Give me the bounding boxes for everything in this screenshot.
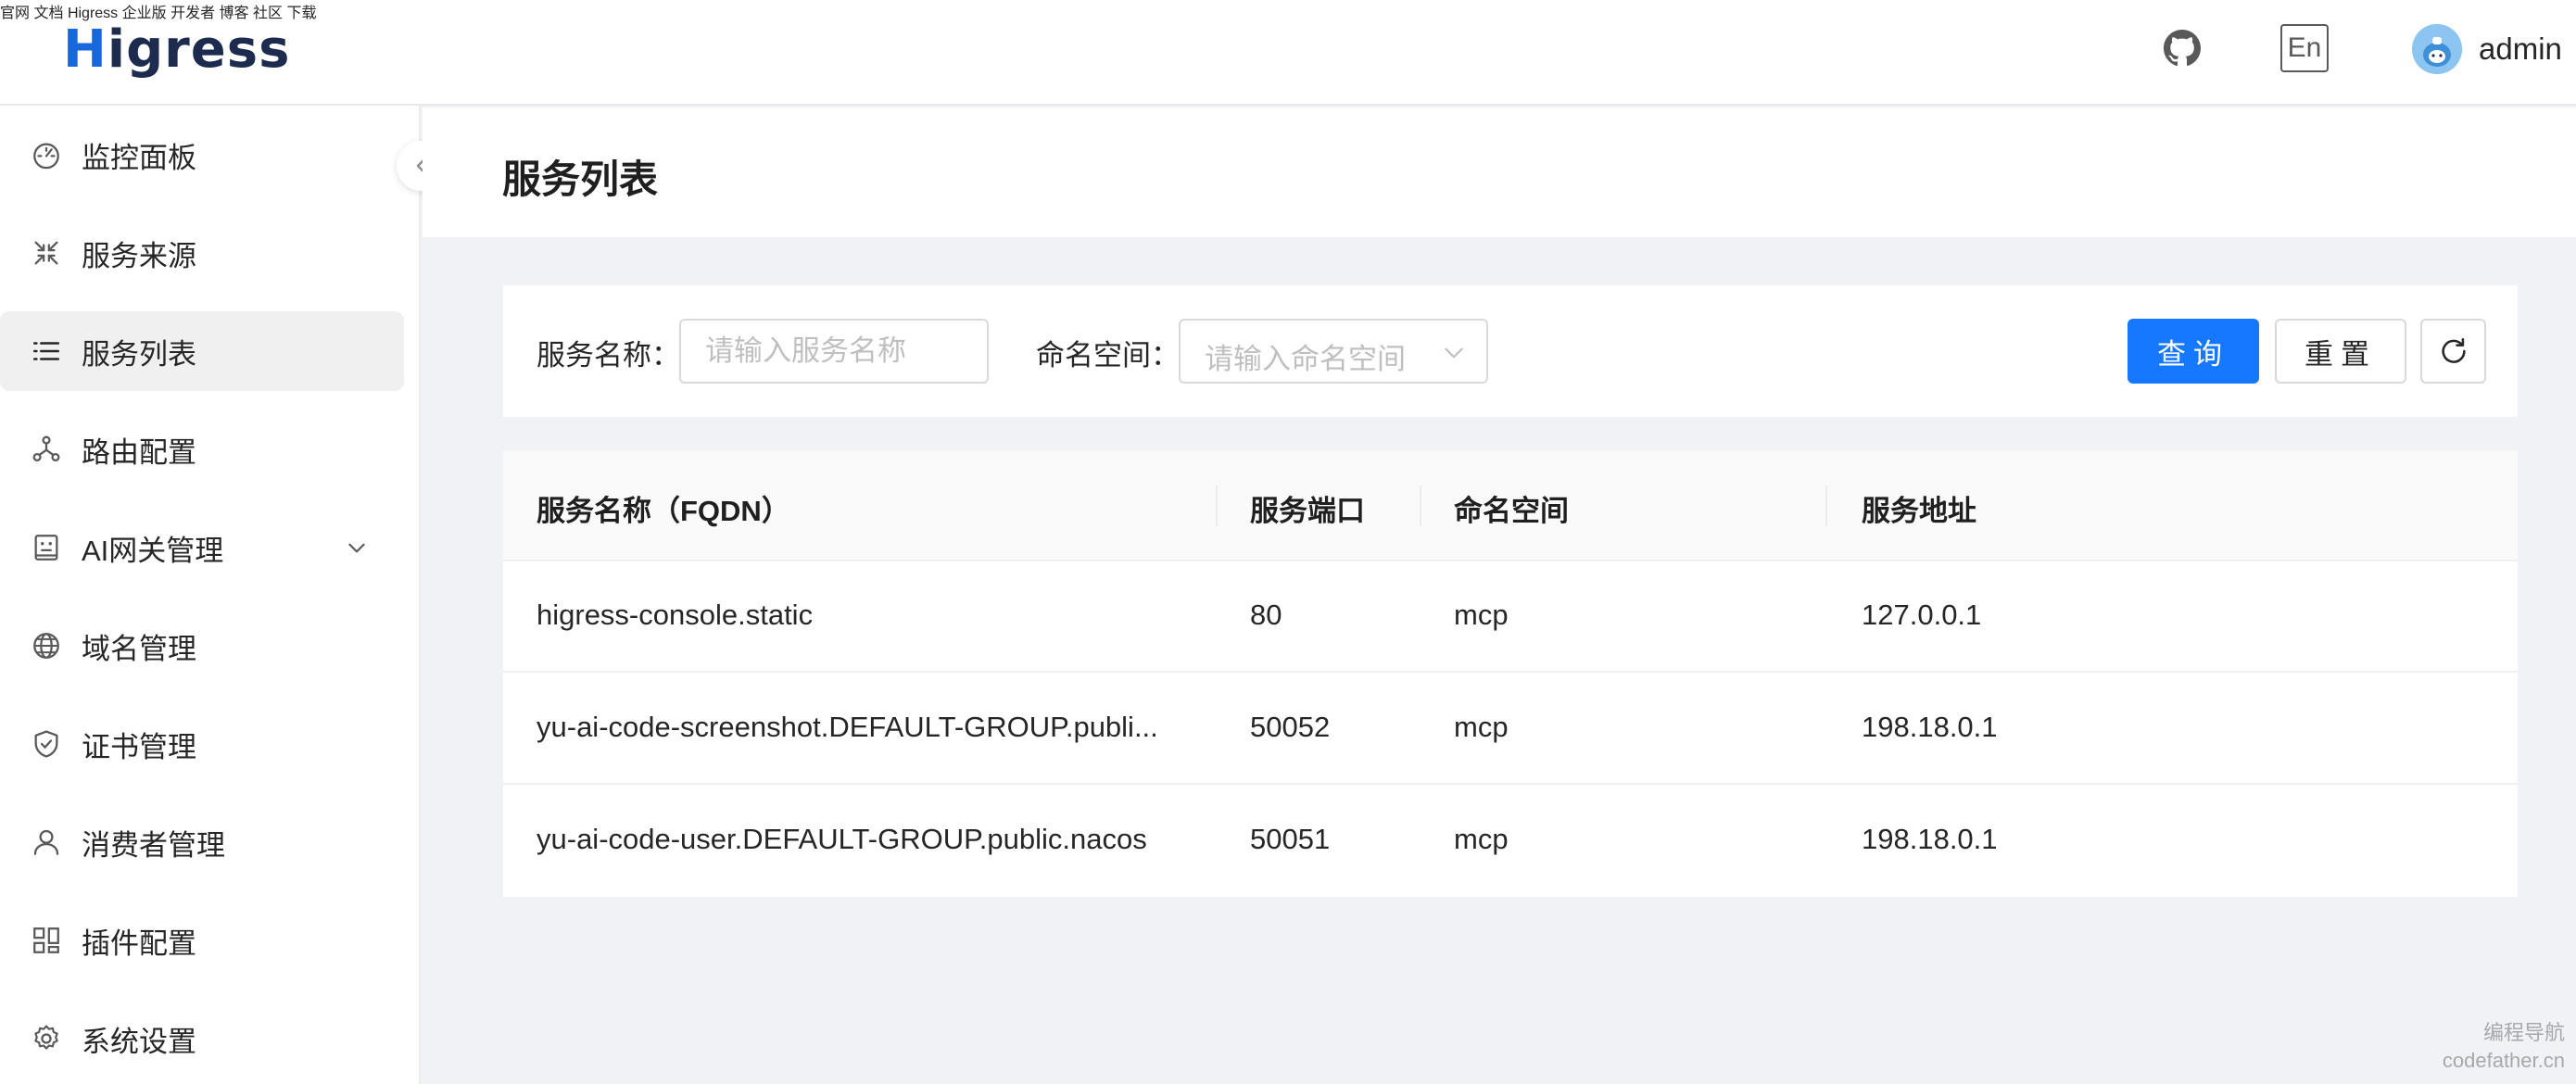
watermark-line: 编程导航 bbox=[2482, 1021, 2565, 1044]
dashboard-icon bbox=[33, 143, 59, 170]
sidebar-item-label: 监控面板 bbox=[82, 141, 196, 174]
page-title: 服务列表 bbox=[502, 158, 659, 201]
sidebar-item-label: 消费者管理 bbox=[82, 828, 225, 862]
sidebar-item-settings[interactable]: 系统设置 bbox=[0, 999, 404, 1078]
table-row[interactable]: higress-console.static 80 mcp 127.0.0.1 bbox=[503, 561, 2518, 673]
sidebar-item-dashboard[interactable]: 监控面板 bbox=[0, 115, 404, 195]
route-nodes-icon bbox=[32, 435, 60, 462]
sidebar-item-label: 服务列表 bbox=[82, 337, 196, 371]
nav-docs[interactable]: 文档 bbox=[33, 6, 63, 21]
namespace-label: 命名空间： bbox=[1036, 339, 1180, 372]
user-icon bbox=[33, 829, 59, 855]
list-icon bbox=[32, 342, 60, 360]
language-toggle-button[interactable]: En bbox=[2280, 24, 2329, 72]
cell-fqdn: yu-ai-code-user.DEFAULT-GROUP.public.nac… bbox=[537, 823, 1147, 855]
cell-namespace: mcp bbox=[1454, 599, 1509, 631]
sidebar-item-ai-gateway[interactable]: AI网关管理 bbox=[0, 508, 404, 587]
table-row[interactable]: yu-ai-code-user.DEFAULT-GROUP.public.nac… bbox=[503, 786, 2518, 897]
watermark-line: codefather.cn bbox=[2442, 1049, 2565, 1072]
sidebar-item-label: 插件配置 bbox=[82, 926, 196, 960]
cell-namespace: mcp bbox=[1454, 711, 1509, 743]
column-header-port[interactable]: 服务端口 bbox=[1250, 487, 1365, 529]
logo-first-letter: H bbox=[63, 19, 107, 80]
nav-download[interactable]: 下载 bbox=[286, 6, 316, 21]
cell-port: 50051 bbox=[1250, 823, 1331, 855]
column-divider bbox=[1216, 485, 1218, 526]
github-icon[interactable] bbox=[2164, 30, 2201, 67]
robot-icon bbox=[34, 535, 58, 561]
service-name-label: 服务名称： bbox=[537, 339, 680, 372]
column-header-fqdn[interactable]: 服务名称（FQDN） bbox=[537, 487, 790, 529]
top-header: Higress 官网 文档 Higress 企业版 开发者 博客 社区 下载 E… bbox=[0, 0, 2576, 106]
table-header: 服务名称（FQDN） 服务端口 命名空间 服务地址 bbox=[503, 450, 2518, 561]
column-divider bbox=[1420, 485, 1421, 526]
namespace-select-placeholder: 请输入命名空间 bbox=[1205, 343, 1406, 375]
sidebar-item-label: AI网关管理 bbox=[82, 534, 224, 567]
sidebar-item-label: 域名管理 bbox=[82, 632, 196, 665]
username-label[interactable]: admin bbox=[2479, 32, 2562, 67]
reset-button[interactable]: 重置 bbox=[2275, 319, 2406, 384]
sidebar-item-label: 证书管理 bbox=[82, 730, 196, 763]
sidebar-item-service-sources[interactable]: 服务来源 bbox=[0, 213, 404, 293]
column-divider bbox=[1825, 485, 1827, 526]
refresh-button[interactable] bbox=[2420, 319, 2486, 384]
shrink-arrows-icon bbox=[34, 241, 58, 265]
service-table: 服务名称（FQDN） 服务端口 命名空间 服务地址 higress-consol… bbox=[503, 450, 2518, 897]
sidebar-item-label: 系统设置 bbox=[82, 1025, 196, 1058]
sidebar-item-domains[interactable]: 域名管理 bbox=[0, 606, 404, 686]
refresh-icon bbox=[2441, 337, 2466, 363]
user-avatar[interactable] bbox=[2412, 24, 2462, 74]
sidebar-item-certificates[interactable]: 证书管理 bbox=[0, 704, 404, 784]
search-form: 服务名称： 命名空间： 请输入命名空间 查询 重置 bbox=[503, 285, 2518, 417]
table-row[interactable]: yu-ai-code-screenshot.DEFAULT-GROUP.publ… bbox=[503, 674, 2518, 785]
cell-port: 80 bbox=[1250, 599, 1282, 631]
globe-icon bbox=[33, 633, 59, 659]
sidebar-item-routes[interactable]: 路由配置 bbox=[0, 410, 404, 489]
sidebar-item-label: 路由配置 bbox=[82, 435, 196, 469]
sidebar-item-consumers[interactable]: 消费者管理 bbox=[0, 802, 404, 882]
namespace-select[interactable]: 请输入命名空间 bbox=[1179, 319, 1488, 384]
cell-fqdn: yu-ai-code-screenshot.DEFAULT-GROUP.publ… bbox=[537, 711, 1158, 743]
cell-address: 127.0.0.1 bbox=[1862, 599, 1982, 631]
plugin-blocks-icon bbox=[33, 927, 59, 953]
chevron-down-icon bbox=[1445, 347, 1463, 359]
watermark: 编程导航 codefather.cn bbox=[2443, 1019, 2565, 1075]
sidebar-item-label: 服务来源 bbox=[82, 239, 196, 272]
service-name-input[interactable] bbox=[679, 319, 989, 384]
higress-logo[interactable]: Higress bbox=[63, 13, 290, 87]
cell-namespace: mcp bbox=[1454, 823, 1509, 855]
sidebar-item-service-list[interactable]: 服务列表 bbox=[0, 311, 404, 391]
sidebar-item-plugins[interactable]: 插件配置 bbox=[0, 901, 404, 980]
avatar-mascot-icon bbox=[2412, 24, 2462, 74]
shield-check-icon bbox=[34, 730, 58, 758]
column-header-namespace[interactable]: 命名空间 bbox=[1454, 487, 1569, 529]
cell-fqdn: higress-console.static bbox=[537, 599, 814, 631]
column-header-address[interactable]: 服务地址 bbox=[1862, 487, 1976, 529]
gear-icon bbox=[34, 1025, 58, 1050]
query-button[interactable]: 查询 bbox=[2128, 319, 2259, 384]
chevron-down-icon bbox=[348, 543, 365, 553]
cell-address: 198.18.0.1 bbox=[1862, 823, 1998, 855]
cell-port: 50052 bbox=[1250, 711, 1331, 743]
page-header: 服务列表 bbox=[423, 107, 2576, 237]
sidebar: 监控面板 服务来源 服务列表 路由配置 AI网关管理 域名管理 证书管理 消费者… bbox=[0, 106, 421, 1084]
cell-address: 198.18.0.1 bbox=[1862, 711, 1998, 743]
logo-rest: igress bbox=[107, 19, 291, 80]
nav-official-site[interactable]: 官网 bbox=[0, 6, 30, 21]
